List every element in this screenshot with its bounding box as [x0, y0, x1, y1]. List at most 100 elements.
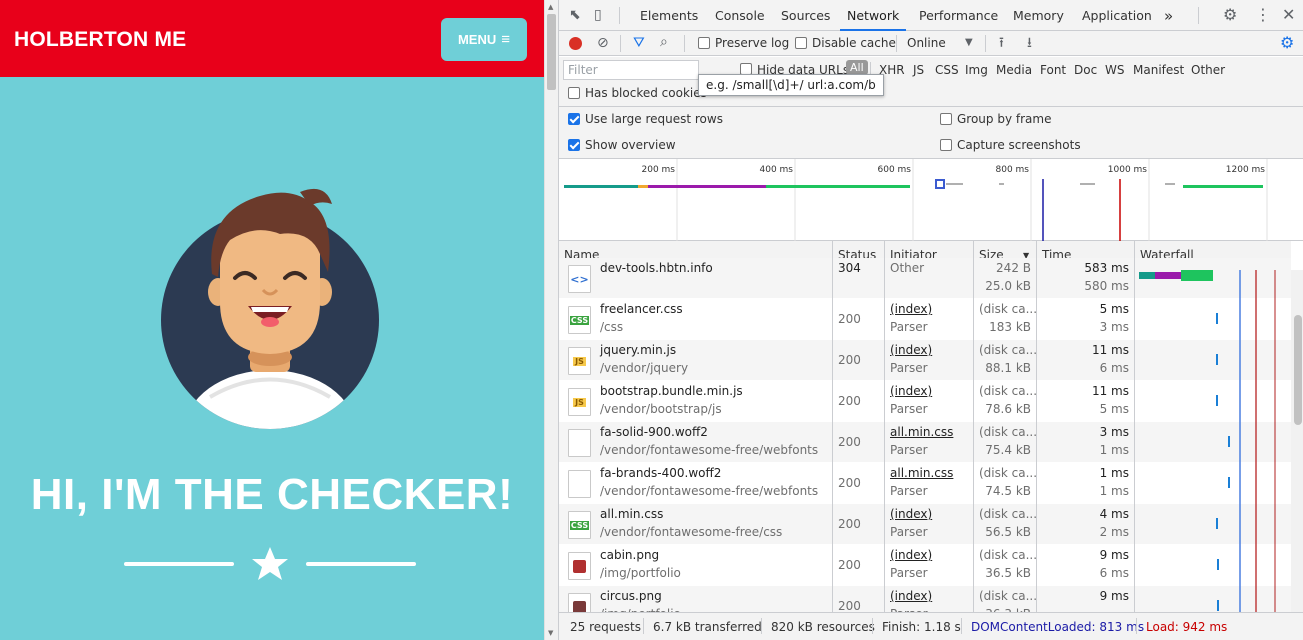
disable-cache-checkbox[interactable] [795, 37, 807, 49]
more-tabs-icon[interactable]: » [1164, 0, 1173, 31]
request-initiator[interactable]: (index) [890, 589, 932, 603]
filter-ws[interactable]: WS [1105, 63, 1124, 77]
toolbar-separator [985, 35, 986, 52]
filter-manifest[interactable]: Manifest [1133, 63, 1184, 77]
overview-tick: 600 ms [878, 165, 912, 175]
large-rows-checkbox[interactable] [568, 113, 580, 125]
device-toolbar-icon[interactable]: ▯ [594, 8, 602, 22]
request-row-bootstrap-bundle-min-js[interactable]: JS bootstrap.bundle.min.js /vendor/boots… [559, 381, 1291, 422]
waterfall-cell [1135, 381, 1291, 422]
site-brand[interactable]: HOLBERTON ME [14, 28, 186, 52]
request-size: (disk ca... [979, 507, 1038, 521]
dom-content-loaded: DOMContentLoaded: 813 ms [971, 620, 1145, 634]
tab-elements[interactable]: Elements [640, 0, 698, 31]
request-row-all-min-css[interactable]: CSS all.min.css /vendor/fontawesome-free… [559, 504, 1291, 545]
filter-font[interactable]: Font [1040, 63, 1066, 77]
tab-application[interactable]: Application [1082, 0, 1152, 31]
img-file-icon [568, 593, 591, 612]
request-initiator[interactable]: all.min.css [890, 466, 953, 480]
request-size: (disk ca... [979, 384, 1038, 398]
request-initiator[interactable]: (index) [890, 384, 932, 398]
waterfall-segment [1217, 600, 1219, 611]
filter-js[interactable]: JS [913, 63, 924, 77]
filter-tooltip: e.g. /small[\d]+/ url:a.com/b [698, 74, 884, 96]
has-blocked-cookies-checkbox[interactable] [568, 87, 580, 99]
tab-memory[interactable]: Memory [1013, 0, 1064, 31]
request-status: 200 [838, 312, 861, 326]
table-scrollbar-thumb[interactable] [1294, 315, 1302, 425]
request-initiator[interactable]: (index) [890, 302, 932, 316]
waterfall-bar [1216, 395, 1218, 406]
waterfall-segment [1216, 313, 1218, 324]
request-row-freelancer-css[interactable]: CSS freelancer.css /css 200 (index) Pars… [559, 299, 1291, 340]
inspect-element-icon[interactable]: ⬉ [569, 8, 581, 22]
throttling-select[interactable]: Online [907, 36, 946, 50]
scroll-up-icon[interactable]: ▲ [548, 3, 553, 11]
request-resource-size: 88.1 kB [985, 361, 1031, 375]
request-row-fa-brands-400-woff2[interactable]: fa-brands-400.woff2 /vendor/fontawesome-… [559, 463, 1291, 504]
waterfall-segment [1216, 395, 1218, 406]
request-row-circus-png[interactable]: circus.png /img/portfolio 200 (index) Pa… [559, 586, 1291, 612]
request-initiator[interactable]: (index) [890, 343, 932, 357]
network-overview[interactable]: 200 ms 400 ms 600 ms 800 ms 1000 ms 1200… [559, 159, 1303, 241]
filter-input[interactable] [563, 60, 699, 80]
network-toolbar: ⊘ ⛛ ⌕ Preserve log Disable cache Online … [559, 31, 1303, 56]
initiator-cell: (index) Parser [885, 381, 974, 422]
finish-time: Finish: 1.18 s [882, 620, 961, 634]
clear-icon[interactable]: ⊘ [597, 36, 609, 50]
request-row-dev-tools-hbtn-info[interactable]: <> dev-tools.hbtn.info 304 Other 242 B 2… [559, 258, 1291, 299]
record-icon[interactable] [569, 37, 582, 50]
waterfall-cell [1135, 422, 1291, 463]
waterfall-segment [1216, 518, 1218, 529]
website-scrollbar-thumb[interactable] [547, 14, 556, 90]
website-scrollbar[interactable]: ▲ ▼ [544, 0, 558, 640]
filter-doc[interactable]: Doc [1074, 63, 1097, 77]
doc-file-icon: <> [568, 265, 591, 293]
font-file-icon [568, 429, 591, 457]
settings-gear-icon[interactable]: ⚙ [1223, 7, 1237, 23]
waterfall-cell [1135, 504, 1291, 545]
request-path: /vendor/fontawesome-free/css [600, 525, 783, 539]
waterfall-cell [1135, 545, 1291, 586]
request-row-jquery-min-js[interactable]: JS jquery.min.js /vendor/jquery 200 (ind… [559, 340, 1291, 381]
devtools-tabbar: ⬉ ▯ Elements Console Sources Network Per… [559, 0, 1303, 31]
search-icon[interactable]: ⌕ [660, 35, 668, 49]
export-har-icon[interactable]: ⭳ [1027, 36, 1032, 50]
request-path: /css [600, 320, 624, 334]
request-row-cabin-png[interactable]: cabin.png /img/portfolio 200 (index) Par… [559, 545, 1291, 586]
tab-performance[interactable]: Performance [919, 0, 998, 31]
tab-network[interactable]: Network [840, 0, 907, 31]
capture-screenshots-checkbox[interactable] [940, 139, 952, 151]
request-row-fa-solid-900-woff2[interactable]: fa-solid-900.woff2 /vendor/fontawesome-f… [559, 422, 1291, 463]
filter-media[interactable]: Media [996, 63, 1032, 77]
scroll-down-icon[interactable]: ▼ [548, 629, 553, 637]
show-overview-checkbox[interactable] [568, 139, 580, 151]
tab-sources[interactable]: Sources [781, 0, 830, 31]
chevron-down-icon[interactable]: ▼ [965, 38, 973, 48]
request-time: 4 ms [1099, 507, 1129, 521]
request-size: (disk ca... [979, 343, 1038, 357]
table-scrollbar[interactable] [1291, 270, 1303, 612]
request-initiator[interactable]: all.min.css [890, 425, 953, 439]
request-path: /img/portfolio [600, 566, 681, 580]
filter-css[interactable]: CSS [935, 63, 959, 77]
import-har-icon[interactable]: ⭱ [999, 36, 1004, 50]
filter-img[interactable]: Img [965, 63, 988, 77]
status-cell: 200 [833, 381, 885, 422]
more-options-icon[interactable]: ⋮ [1255, 7, 1271, 23]
request-latency: 6 ms [1099, 566, 1129, 580]
menu-button[interactable]: MENU ≡ [441, 18, 527, 61]
request-initiator[interactable]: (index) [890, 548, 932, 562]
filter-all-button[interactable]: All [846, 60, 868, 75]
request-resource-size: 56.5 kB [985, 525, 1031, 539]
filter-other[interactable]: Other [1191, 63, 1225, 77]
filter-icon[interactable]: ⛛ [633, 36, 645, 50]
preserve-log-checkbox[interactable] [698, 37, 710, 49]
tab-console[interactable]: Console [715, 0, 765, 31]
group-by-frame-checkbox[interactable] [940, 113, 952, 125]
transferred-size: 6.7 kB transferred [653, 620, 762, 634]
close-devtools-icon[interactable]: ✕ [1282, 7, 1295, 23]
network-settings-gear-icon[interactable]: ⚙ [1280, 35, 1294, 51]
request-initiator[interactable]: Other [890, 261, 924, 275]
request-initiator[interactable]: (index) [890, 507, 932, 521]
